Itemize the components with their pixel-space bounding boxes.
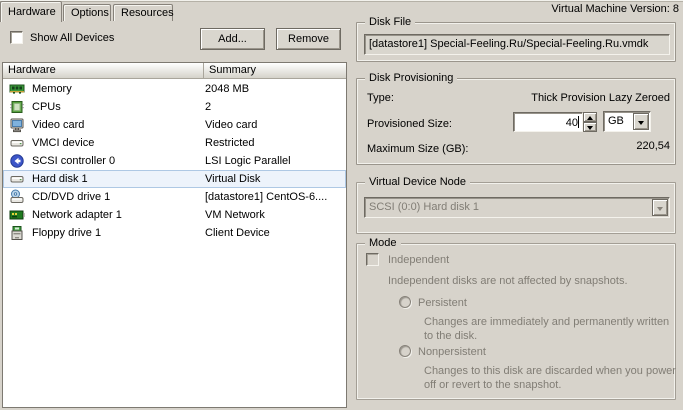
device-row-hard-disk[interactable]: Hard disk 1 Virtual Disk: [3, 170, 346, 188]
chevron-down-icon: [657, 207, 663, 211]
mode-group: Mode Independent Independent disks are n…: [356, 243, 676, 400]
persistent-label: Persistent: [418, 297, 467, 309]
device-name: Memory: [32, 83, 205, 95]
device-summary: Virtual Disk: [205, 173, 345, 185]
size-unit-select[interactable]: GB: [603, 111, 651, 132]
virtual-device-node-group: Virtual Device Node SCSI (0:0) Hard disk…: [356, 182, 676, 234]
column-header-summary[interactable]: Summary: [204, 63, 346, 78]
cd-dvd-icon: [9, 189, 25, 205]
vm-properties-dialog: { "window": { "version_label": "Virtual …: [0, 0, 683, 410]
independent-checkbox: [366, 253, 379, 266]
device-summary: 2: [205, 101, 345, 113]
device-name: Floppy drive 1: [32, 227, 205, 239]
device-name: CPUs: [32, 101, 205, 113]
device-summary: Video card: [205, 119, 345, 131]
vm-version-label: Virtual Machine Version: 8: [551, 3, 679, 15]
device-row-cpus[interactable]: CPUs 2: [3, 98, 346, 116]
memory-icon: [9, 81, 25, 97]
virtual-device-node-value: SCSI (0:0) Hard disk 1: [369, 201, 479, 213]
mode-group-title: Mode: [365, 237, 401, 250]
column-header-hardware[interactable]: Hardware: [3, 63, 204, 78]
tab-resources[interactable]: Resources: [113, 4, 173, 21]
tab-hardware-label: Hardware: [8, 6, 56, 18]
type-label: Type:: [367, 92, 394, 104]
device-name: VMCI device: [32, 137, 205, 149]
device-table: Hardware Summary Memory 2048 MB CPUs 2 V…: [2, 62, 347, 408]
disk-file-path-field[interactable]: [datastore1] Special-Feeling.Ru/Special-…: [364, 34, 670, 55]
dropdown-button[interactable]: [633, 113, 649, 130]
tab-options[interactable]: Options: [63, 4, 111, 21]
device-name: Hard disk 1: [32, 173, 205, 185]
tab-options-label: Options: [71, 7, 109, 19]
max-size-label: Maximum Size (GB):: [367, 143, 468, 155]
nonpersistent-radio: [399, 345, 411, 357]
device-row-network-adapter[interactable]: Network adapter 1 VM Network: [3, 206, 346, 224]
floppy-drive-icon: [9, 225, 25, 241]
disk-provisioning-group: Disk Provisioning Type: Thick Provision …: [356, 78, 676, 165]
tabstrip-baseline: [0, 0, 683, 2]
device-list: Memory 2048 MB CPUs 2 Video card Video c…: [3, 79, 346, 242]
provisioned-size-stepper: [583, 112, 597, 132]
device-row-memory[interactable]: Memory 2048 MB: [3, 80, 346, 98]
chevron-down-icon: [638, 121, 644, 125]
provisioned-size-value: 40: [566, 117, 578, 129]
device-row-floppy[interactable]: Floppy drive 1 Client Device: [3, 224, 346, 242]
device-summary: Restricted: [205, 137, 345, 149]
device-name: Network adapter 1: [32, 209, 205, 221]
persistent-radio: [399, 296, 411, 308]
up-arrow-icon: [587, 116, 593, 120]
show-all-devices-label: Show All Devices: [30, 32, 114, 44]
device-name: SCSI controller 0: [32, 155, 205, 167]
virtual-device-node-group-title: Virtual Device Node: [365, 176, 470, 189]
disk-file-group-title: Disk File: [365, 16, 415, 29]
device-row-cd-dvd[interactable]: CD/DVD drive 1 [datastore1] CentOS-6....: [3, 188, 346, 206]
device-summary: Client Device: [205, 227, 345, 239]
down-arrow-icon: [587, 126, 593, 130]
remove-device-button[interactable]: Remove: [276, 28, 341, 50]
device-table-header: Hardware Summary: [3, 63, 346, 79]
scsi-controller-icon: [9, 153, 25, 169]
type-value: Thick Provision Lazy Zeroed: [531, 92, 670, 104]
independent-label: Independent: [388, 254, 449, 266]
spin-up-button[interactable]: [583, 112, 597, 122]
disk-file-group: Disk File [datastore1] Special-Feeling.R…: [356, 22, 676, 62]
nonpersistent-label: Nonpersistent: [418, 346, 486, 358]
independent-description: Independent disks are not affected by sn…: [388, 275, 628, 287]
text-caret: [578, 116, 579, 128]
device-summary: 2048 MB: [205, 83, 345, 95]
dropdown-button: [652, 199, 668, 216]
cpu-icon: [9, 99, 25, 115]
tab-resources-label: Resources: [121, 7, 174, 19]
persistent-description: Changes are immediately and permanently …: [424, 315, 676, 343]
device-summary: LSI Logic Parallel: [205, 155, 345, 167]
nonpersistent-description: Changes to this disk are discarded when …: [424, 364, 680, 392]
device-row-video-card[interactable]: Video card Video card: [3, 116, 346, 134]
hard-disk-icon: [9, 171, 25, 187]
size-unit-value: GB: [608, 115, 624, 127]
provisioned-size-input[interactable]: 40: [513, 112, 583, 132]
tab-hardware[interactable]: Hardware: [0, 1, 62, 22]
video-card-icon: [9, 117, 25, 133]
spin-down-button[interactable]: [583, 122, 597, 132]
virtual-device-node-select: SCSI (0:0) Hard disk 1: [364, 197, 670, 218]
device-summary: [datastore1] CentOS-6....: [205, 191, 345, 203]
device-name: Video card: [32, 119, 205, 131]
network-adapter-icon: [9, 207, 25, 223]
max-size-value: 220,54: [636, 140, 670, 152]
vmci-device-icon: [9, 135, 25, 151]
disk-provisioning-group-title: Disk Provisioning: [365, 72, 457, 85]
device-row-scsi-controller[interactable]: SCSI controller 0 LSI Logic Parallel: [3, 152, 346, 170]
device-name: CD/DVD drive 1: [32, 191, 205, 203]
add-device-button[interactable]: Add...: [200, 28, 265, 50]
device-summary: VM Network: [205, 209, 345, 221]
device-row-vmci[interactable]: VMCI device Restricted: [3, 134, 346, 152]
show-all-devices-checkbox[interactable]: [10, 31, 23, 44]
provisioned-size-label: Provisioned Size:: [367, 118, 452, 130]
